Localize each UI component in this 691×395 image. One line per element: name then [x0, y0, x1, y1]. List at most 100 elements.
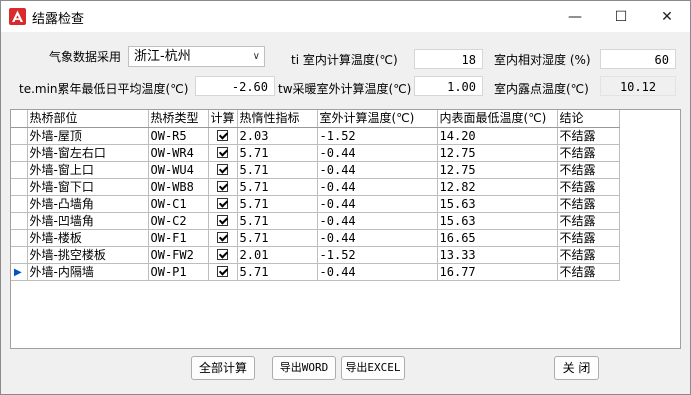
- column-header[interactable]: 结论: [557, 110, 620, 128]
- calc-checkbox-cell[interactable]: [208, 195, 238, 213]
- calc-checkbox[interactable]: [216, 180, 228, 192]
- indoor-humidity-field[interactable]: 60: [600, 49, 676, 69]
- cell-type[interactable]: OW-F1: [148, 229, 209, 247]
- min-daily-temp-field[interactable]: -2.60: [195, 76, 275, 96]
- thermal-bridge-grid[interactable]: 热桥部位 热桥类型 计算 热惰性指标 室外计算温度(℃) 内表面最低温度(℃) …: [10, 109, 681, 349]
- cell-type[interactable]: OW-P1: [148, 263, 209, 281]
- cell-inertia[interactable]: 5.71: [237, 161, 318, 179]
- outdoor-heating-temp-field[interactable]: 1.00: [414, 76, 483, 96]
- cell-inner[interactable]: 12.75: [437, 144, 558, 162]
- calc-checkbox-cell[interactable]: [208, 178, 238, 196]
- column-header[interactable]: 计算: [208, 110, 238, 128]
- weather-data-select[interactable]: 浙江-杭州 ∨: [128, 46, 265, 67]
- cell-outdoor[interactable]: -0.44: [317, 263, 438, 281]
- row-indicator[interactable]: [11, 195, 28, 213]
- cell-result[interactable]: 不结露: [557, 178, 620, 196]
- cell-part[interactable]: 外墙-楼板: [27, 229, 149, 247]
- row-indicator[interactable]: [11, 127, 28, 145]
- cell-inner[interactable]: 16.77: [437, 263, 558, 281]
- cell-part[interactable]: 外墙-凹墙角: [27, 212, 149, 230]
- cell-inner[interactable]: 15.63: [437, 195, 558, 213]
- calc-checkbox[interactable]: [216, 265, 228, 277]
- cell-inner[interactable]: 15.63: [437, 212, 558, 230]
- cell-result[interactable]: 不结露: [557, 127, 620, 145]
- row-indicator[interactable]: [11, 212, 28, 230]
- cell-inertia[interactable]: 5.71: [237, 144, 318, 162]
- table-row[interactable]: 外墙-楼板 OW-F1 5.71 -0.44 16.65 不结露: [11, 229, 620, 247]
- calc-checkbox-cell[interactable]: [208, 212, 238, 230]
- calc-checkbox-cell[interactable]: [208, 127, 238, 145]
- cell-inner[interactable]: 14.20: [437, 127, 558, 145]
- calc-checkbox-cell[interactable]: [208, 144, 238, 162]
- row-indicator[interactable]: [11, 144, 28, 162]
- column-header[interactable]: 热惰性指标: [237, 110, 318, 128]
- cell-inertia[interactable]: 5.71: [237, 229, 318, 247]
- cell-result[interactable]: 不结露: [557, 195, 620, 213]
- table-row[interactable]: 外墙-挑空楼板 OW-FW2 2.01 -1.52 13.33 不结露: [11, 246, 620, 264]
- column-header[interactable]: 热桥部位: [27, 110, 149, 128]
- cell-type[interactable]: OW-C2: [148, 212, 209, 230]
- cell-result[interactable]: 不结露: [557, 144, 620, 162]
- row-indicator[interactable]: [11, 161, 28, 179]
- cell-part[interactable]: 外墙-窗上口: [27, 161, 149, 179]
- cell-outdoor[interactable]: -0.44: [317, 212, 438, 230]
- cell-inertia[interactable]: 5.71: [237, 212, 318, 230]
- cell-inertia[interactable]: 5.71: [237, 178, 318, 196]
- table-row[interactable]: 外墙-窗下口 OW-WB8 5.71 -0.44 12.82 不结露: [11, 178, 620, 196]
- cell-part[interactable]: 外墙-屋顶: [27, 127, 149, 145]
- cell-outdoor[interactable]: -0.44: [317, 161, 438, 179]
- row-indicator[interactable]: [11, 229, 28, 247]
- row-indicator[interactable]: [11, 246, 28, 264]
- calc-checkbox[interactable]: [216, 214, 228, 226]
- calc-checkbox-cell[interactable]: [208, 246, 238, 264]
- cell-inner[interactable]: 13.33: [437, 246, 558, 264]
- close-window-button[interactable]: ✕: [644, 1, 690, 32]
- cell-inner[interactable]: 12.82: [437, 178, 558, 196]
- cell-result[interactable]: 不结露: [557, 212, 620, 230]
- cell-inertia[interactable]: 5.71: [237, 263, 318, 281]
- table-row[interactable]: ▶ 外墙-内隔墙 OW-P1 5.71 -0.44 16.77 不结露: [11, 263, 620, 281]
- cell-type[interactable]: OW-WR4: [148, 144, 209, 162]
- calc-checkbox[interactable]: [216, 248, 228, 260]
- calc-checkbox[interactable]: [216, 129, 228, 141]
- cell-result[interactable]: 不结露: [557, 161, 620, 179]
- cell-type[interactable]: OW-WB8: [148, 178, 209, 196]
- cell-outdoor[interactable]: -0.44: [317, 178, 438, 196]
- cell-inertia[interactable]: 2.01: [237, 246, 318, 264]
- table-row[interactable]: 外墙-凸墙角 OW-C1 5.71 -0.44 15.63 不结露: [11, 195, 620, 213]
- export-excel-button[interactable]: 导出EXCEL: [341, 356, 405, 380]
- table-row[interactable]: 外墙-窗上口 OW-WU4 5.71 -0.44 12.75 不结露: [11, 161, 620, 179]
- cell-outdoor[interactable]: -1.52: [317, 246, 438, 264]
- table-row[interactable]: 外墙-凹墙角 OW-C2 5.71 -0.44 15.63 不结露: [11, 212, 620, 230]
- indoor-temp-field[interactable]: 18: [414, 49, 483, 69]
- cell-part[interactable]: 外墙-挑空楼板: [27, 246, 149, 264]
- calc-checkbox[interactable]: [216, 231, 228, 243]
- cell-outdoor[interactable]: -0.44: [317, 229, 438, 247]
- cell-type[interactable]: OW-C1: [148, 195, 209, 213]
- column-header[interactable]: 内表面最低温度(℃): [437, 110, 558, 128]
- close-button[interactable]: 关 闭: [554, 356, 599, 380]
- row-indicator[interactable]: [11, 178, 28, 196]
- cell-result[interactable]: 不结露: [557, 246, 620, 264]
- cell-inner[interactable]: 16.65: [437, 229, 558, 247]
- cell-part[interactable]: 外墙-凸墙角: [27, 195, 149, 213]
- table-row[interactable]: 外墙-屋顶 OW-R5 2.03 -1.52 14.20 不结露: [11, 127, 620, 145]
- cell-outdoor[interactable]: -0.44: [317, 144, 438, 162]
- cell-inertia[interactable]: 5.71: [237, 195, 318, 213]
- calc-checkbox-cell[interactable]: [208, 263, 238, 281]
- column-header[interactable]: 热桥类型: [148, 110, 209, 128]
- cell-result[interactable]: 不结露: [557, 229, 620, 247]
- cell-part[interactable]: 外墙-窗下口: [27, 178, 149, 196]
- cell-inertia[interactable]: 2.03: [237, 127, 318, 145]
- minimize-button[interactable]: —: [552, 1, 598, 32]
- calc-checkbox-cell[interactable]: [208, 229, 238, 247]
- calc-checkbox[interactable]: [216, 163, 228, 175]
- column-header[interactable]: 室外计算温度(℃): [317, 110, 438, 128]
- table-row[interactable]: 外墙-窗左右口 OW-WR4 5.71 -0.44 12.75 不结露: [11, 144, 620, 162]
- row-indicator[interactable]: ▶: [11, 263, 28, 281]
- cell-type[interactable]: OW-FW2: [148, 246, 209, 264]
- cell-part[interactable]: 外墙-内隔墙: [27, 263, 149, 281]
- cell-type[interactable]: OW-WU4: [148, 161, 209, 179]
- cell-outdoor[interactable]: -0.44: [317, 195, 438, 213]
- calc-checkbox[interactable]: [216, 197, 228, 209]
